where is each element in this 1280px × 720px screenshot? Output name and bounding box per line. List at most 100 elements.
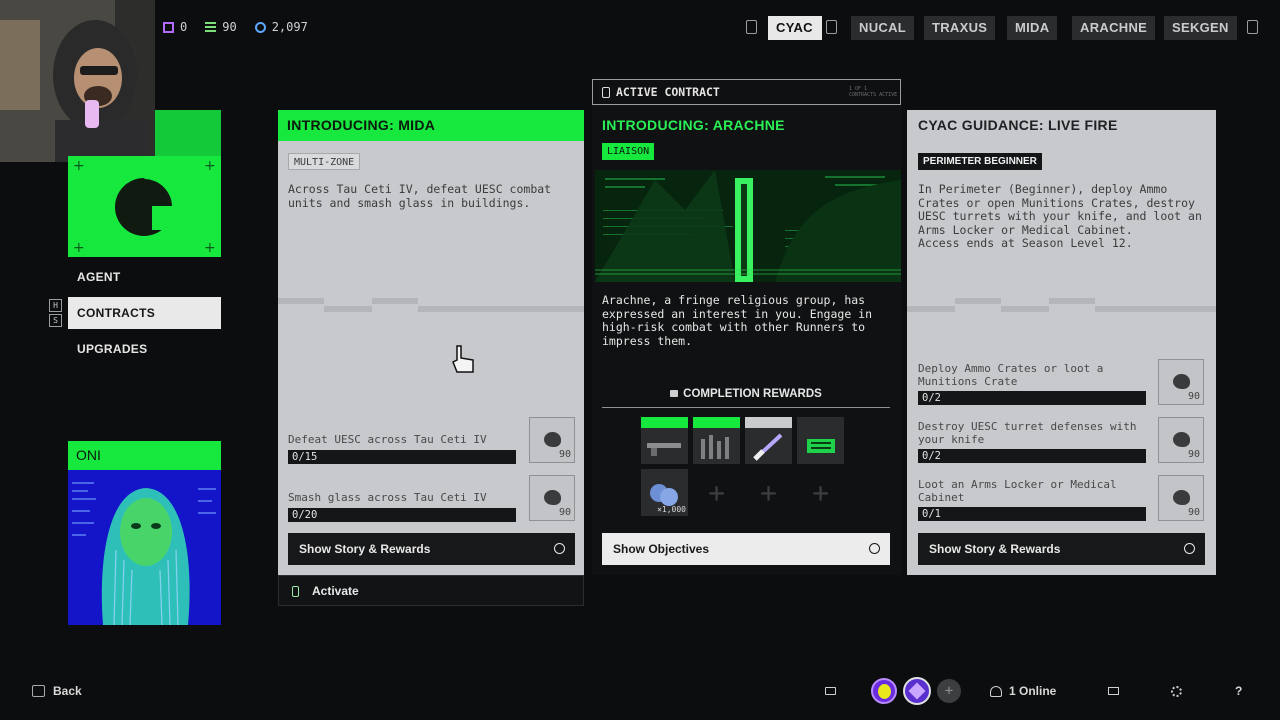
- online-status[interactable]: 1 Online: [990, 684, 1056, 698]
- rewards-heading: COMPLETION REWARDS: [683, 388, 822, 400]
- empty-reward-slot-icon: +: [812, 476, 829, 509]
- contract-card-mida[interactable]: INTRODUCING: MIDA MULTI-ZONE Across Tau …: [278, 110, 584, 575]
- contract-icon: [602, 87, 610, 98]
- currency-green: 90: [205, 20, 237, 34]
- battery-icon: [292, 586, 299, 597]
- contract-card-cyac[interactable]: CYAC GUIDANCE: LIVE FIRE PERIMETER BEGIN…: [907, 110, 1216, 575]
- objective-reward[interactable]: 90: [529, 475, 575, 521]
- card-stripe: [278, 298, 584, 320]
- objective-reward[interactable]: 90: [1158, 475, 1204, 521]
- reward-badge-icon: [1173, 374, 1190, 389]
- tab-sekgen[interactable]: SEKGEN: [1164, 16, 1237, 40]
- empty-reward-slot-icon: +: [760, 476, 777, 509]
- cartridge-icon: [807, 439, 835, 453]
- agent-card[interactable]: ONI: [68, 441, 221, 626]
- currency-purple: 0: [163, 20, 187, 34]
- objective-reward[interactable]: 90: [1158, 417, 1204, 463]
- online-count: 1 Online: [1009, 684, 1057, 698]
- button-label: Show Story & Rewards: [299, 542, 431, 556]
- help-icon[interactable]: ?: [1235, 684, 1242, 698]
- objective-reward[interactable]: 90: [529, 417, 575, 463]
- reward-cap: [641, 417, 688, 428]
- reward-cap: [693, 417, 740, 428]
- card-tag: PERIMETER BEGINNER: [918, 153, 1042, 170]
- objective-progress: 0/20: [288, 508, 516, 522]
- reward-cap: [797, 417, 844, 428]
- sidebar-item-agent[interactable]: AGENT: [68, 261, 221, 293]
- reward-tile-equipment[interactable]: [693, 417, 740, 464]
- webcam-overlay: [0, 0, 155, 162]
- currency-blue-icon: [254, 21, 266, 33]
- reward-tile-weapon[interactable]: [641, 417, 688, 464]
- back-label: Back: [53, 684, 82, 698]
- avatar-emblem-icon: [908, 682, 926, 700]
- back-button[interactable]: Back: [32, 684, 82, 698]
- prev-faction-key-icon[interactable]: [746, 20, 757, 34]
- avatar-face-icon: [878, 684, 891, 699]
- card-tag: MULTI-ZONE: [288, 153, 361, 170]
- completion-rewards-header: COMPLETION REWARDS: [602, 388, 890, 408]
- reward-count: ×1,000: [657, 505, 686, 514]
- emblem-top-strip: [155, 110, 221, 156]
- card-tag: LIAISON: [602, 143, 655, 160]
- tab-nucal[interactable]: NUCAL: [851, 16, 914, 40]
- sidebar-item-contracts[interactable]: CONTRACTS: [68, 297, 221, 329]
- tab-traxus[interactable]: TRAXUS: [924, 16, 996, 40]
- party-member-avatar[interactable]: [871, 678, 897, 704]
- card-description: In Perimeter (Beginner), deploy Ammo Cra…: [918, 182, 1202, 250]
- objective-reward[interactable]: 90: [1158, 359, 1204, 405]
- svg-text:+: +: [73, 158, 85, 174]
- active-contract-banner: ACTIVE CONTRACT 1 OF 1 CONTRACTS ACTIVE: [592, 79, 901, 105]
- agent-portrait: [68, 470, 221, 626]
- card-title: INTRODUCING: ARACHNE: [602, 117, 785, 133]
- card-title: CYAC GUIDANCE: LIVE FIRE: [907, 110, 1216, 141]
- sidebar-item-upgrades[interactable]: UPGRADES: [68, 333, 221, 365]
- contract-card-arachne[interactable]: INTRODUCING: ARACHNE LIAISON Arachne, a …: [592, 105, 901, 575]
- activate-button[interactable]: Activate: [278, 575, 584, 606]
- objective-text: Deploy Ammo Crates or loot a Munitions C…: [918, 362, 1104, 388]
- show-objectives-button[interactable]: Show Objectives: [602, 533, 890, 565]
- reward-tile-mod[interactable]: [797, 417, 844, 464]
- lock-icon: [670, 390, 679, 398]
- show-story-rewards-button[interactable]: Show Story & Rewards: [918, 533, 1205, 565]
- friends-icon: [990, 685, 1002, 697]
- currency-green-value: 90: [222, 20, 237, 34]
- faction-emblem: + + + +: [68, 156, 221, 257]
- button-label: Show Story & Rewards: [929, 542, 1061, 556]
- reward-amount: 90: [558, 449, 571, 460]
- reward-badge-icon: [1173, 490, 1190, 505]
- currency-purple-value: 0: [180, 20, 188, 34]
- settings-gear-icon[interactable]: [1171, 686, 1182, 697]
- reward-tile-currency[interactable]: ×1,000: [641, 469, 688, 516]
- chat-icon[interactable]: [825, 687, 836, 695]
- reward-tile-knife[interactable]: [745, 417, 792, 464]
- banner-label: ACTIVE CONTRACT: [616, 85, 720, 99]
- add-party-member-icon[interactable]: +: [937, 679, 961, 703]
- tab-mida[interactable]: MIDA: [1007, 16, 1058, 40]
- objective-text: Defeat UESC across Tau Ceti IV: [288, 433, 487, 446]
- key-hint-h: H: [49, 299, 62, 312]
- tab-cyac[interactable]: CYAC: [768, 16, 822, 40]
- esc-key-icon: [32, 685, 45, 697]
- reward-badge-icon: [544, 490, 561, 505]
- tab-arachne[interactable]: ARACHNE: [1072, 16, 1156, 40]
- currency-green-icon: [205, 21, 217, 33]
- info-icon: [869, 543, 880, 554]
- objective-progress: 0/15: [288, 450, 516, 464]
- button-label: Show Objectives: [613, 542, 710, 556]
- mail-icon[interactable]: [1108, 687, 1119, 695]
- reward-cap: [745, 417, 792, 428]
- show-story-rewards-button[interactable]: Show Story & Rewards: [288, 533, 575, 565]
- currency-purple-icon: [163, 21, 174, 33]
- svg-text:+: +: [204, 240, 216, 256]
- reward-amount: 90: [1187, 449, 1200, 460]
- card-description: Across Tau Ceti IV, defeat UESC combat u…: [288, 182, 552, 210]
- empty-reward-slot-icon: +: [708, 476, 725, 509]
- arachne-key-art: [595, 170, 901, 282]
- next-faction-key-icon[interactable]: [1247, 20, 1258, 34]
- reward-badge-icon: [1173, 432, 1190, 447]
- info-icon: [554, 543, 565, 554]
- objective-progress: 0/1: [918, 507, 1146, 521]
- currency-bar: 0 90 2,097: [163, 20, 308, 34]
- player-avatar[interactable]: [903, 677, 931, 705]
